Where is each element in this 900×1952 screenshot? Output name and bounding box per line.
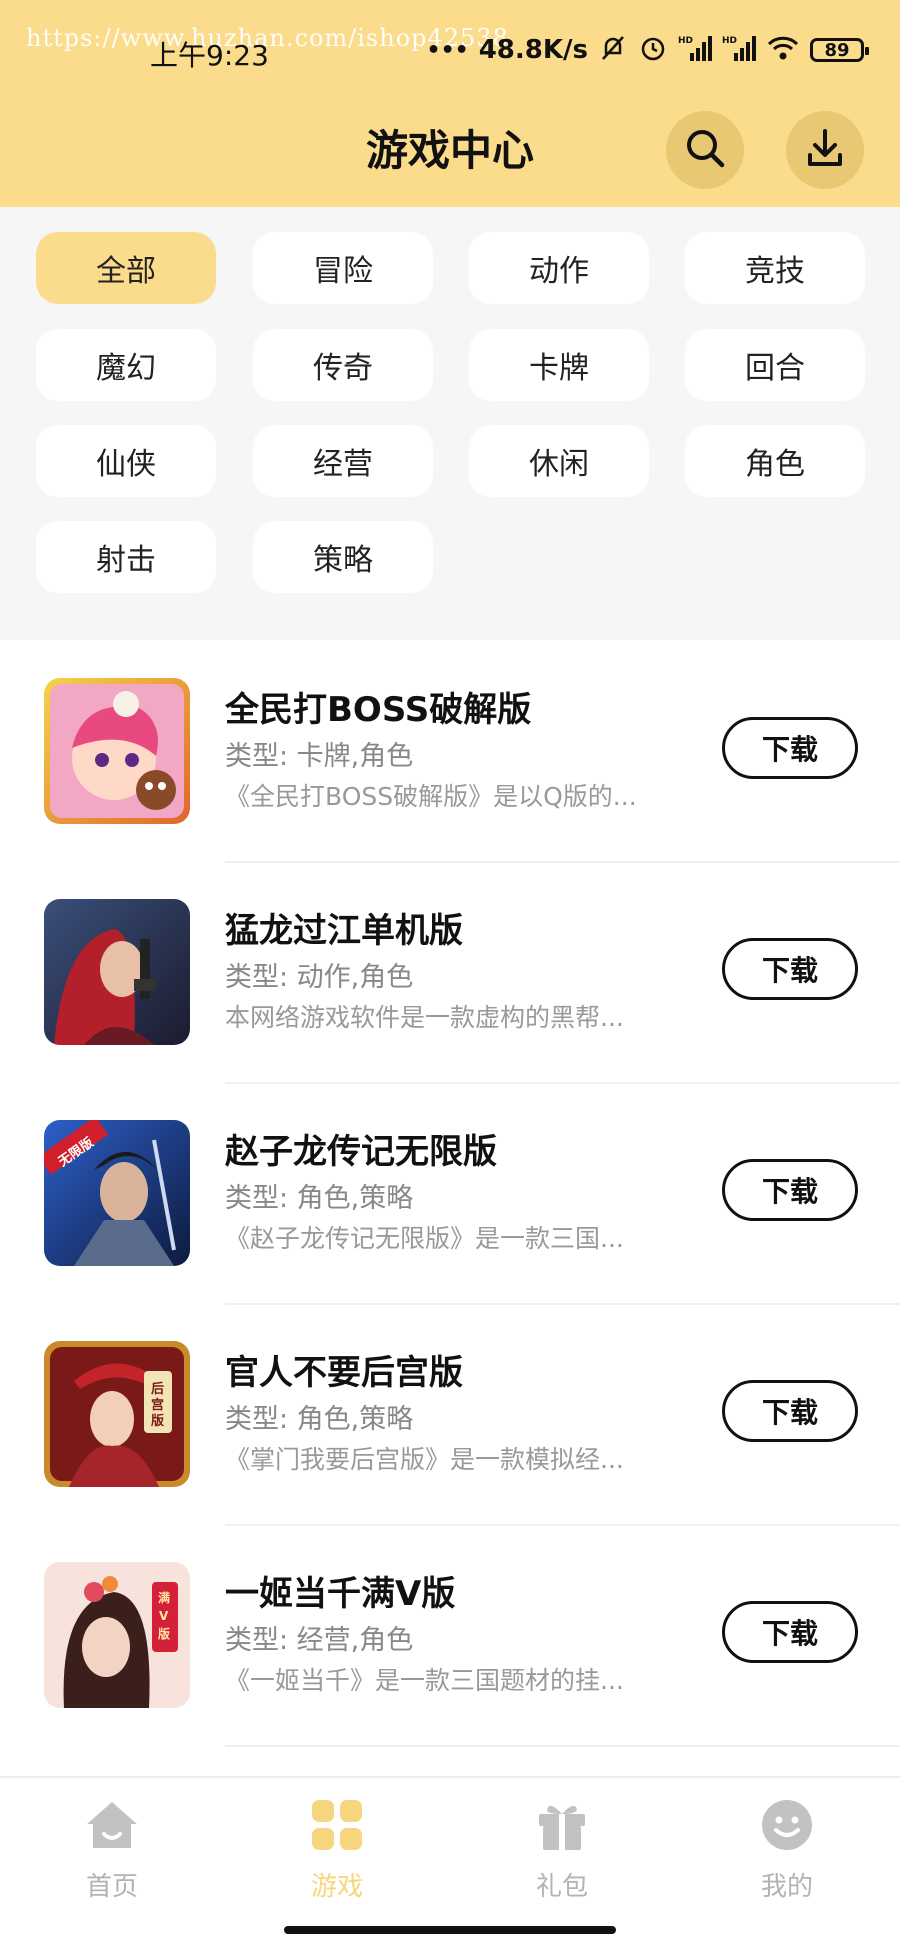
game-list-item[interactable]: 满 V 版 一姬当千满V版 类型: 经营,角色 《一姬当千》是一款三国题材的挂.… bbox=[0, 1526, 900, 1747]
game-list-item[interactable]: 全民打BOSS破解版 类型: 卡牌,角色 《全民打BOSS破解版》是以Q版的..… bbox=[0, 642, 900, 863]
badge-text: 后 bbox=[151, 1381, 164, 1397]
download-button[interactable]: 下载 bbox=[722, 717, 858, 779]
gift-icon bbox=[535, 1805, 589, 1856]
game-type: 类型: 动作,角色 bbox=[225, 962, 414, 993]
game-description: 《掌门我要后宫版》是一款模拟经... bbox=[225, 1445, 624, 1474]
game-title: 猛龙过江单机版 bbox=[225, 911, 463, 951]
category-chip-all[interactable]: 全部 bbox=[36, 232, 216, 304]
badge-text: 版 bbox=[158, 1626, 170, 1641]
badge-text: 宫 bbox=[151, 1397, 164, 1413]
alarm-icon bbox=[638, 33, 668, 67]
divider bbox=[225, 1745, 900, 1747]
game-description: 《全民打BOSS破解版》是以Q版的... bbox=[225, 782, 637, 811]
game-list-item[interactable]: 猛龙过江单机版 类型: 动作,角色 本网络游戏软件是一款虚构的黑帮... 下载 bbox=[0, 863, 900, 1084]
game-list-item[interactable]: 后 宫 版 官人不要后宫版 类型: 角色,策略 《掌门我要后宫版》是一款模拟经.… bbox=[0, 1305, 900, 1526]
category-chip[interactable]: 竞技 bbox=[685, 232, 865, 304]
download-button[interactable]: 下载 bbox=[722, 938, 858, 1000]
game-description: 《赵子龙传记无限版》是一款三国... bbox=[225, 1224, 624, 1253]
grid-icon bbox=[310, 1800, 364, 1856]
network-speed: 48.8K/s bbox=[478, 35, 588, 65]
battery-icon: 89 bbox=[810, 38, 869, 62]
nav-item-games[interactable]: 游戏 bbox=[277, 1798, 397, 1903]
status-time: 上午9:23 bbox=[150, 39, 269, 72]
nav-label: 我的 bbox=[760, 1872, 813, 1902]
category-chip[interactable]: 卡牌 bbox=[469, 329, 649, 401]
category-chip[interactable]: 射击 bbox=[36, 521, 216, 593]
badge-text: 满 bbox=[158, 1590, 170, 1605]
wifi-icon bbox=[766, 33, 800, 67]
nav-item-home[interactable]: 首页 bbox=[52, 1798, 172, 1903]
game-description: 《一姬当千》是一款三国题材的挂... bbox=[225, 1666, 624, 1695]
game-thumbnail: 无限版 bbox=[44, 1120, 190, 1266]
game-type: 类型: 经营,角色 bbox=[225, 1625, 414, 1656]
game-thumbnail bbox=[44, 678, 190, 824]
download-button[interactable]: 下载 bbox=[722, 1601, 858, 1663]
svg-text:HD: HD bbox=[678, 36, 693, 46]
status-bar-right: ••• 48.8K/s HD HD 89 bbox=[426, 30, 869, 70]
game-description: 本网络游戏软件是一款虚构的黑帮... bbox=[225, 1003, 624, 1032]
game-list-item[interactable]: 无限版 赵子龙传记无限版 类型: 角色,策略 《赵子龙传记无限版》是一款三国..… bbox=[0, 1084, 900, 1305]
game-type: 类型: 卡牌,角色 bbox=[225, 741, 414, 772]
download-manager-button[interactable] bbox=[786, 111, 864, 189]
game-thumbnail bbox=[44, 899, 190, 1045]
category-chip[interactable]: 角色 bbox=[685, 425, 865, 497]
home-icon bbox=[83, 1802, 141, 1856]
nav-label: 游戏 bbox=[310, 1872, 363, 1902]
game-thumbnail: 满 V 版 bbox=[44, 1562, 190, 1708]
category-chip[interactable]: 魔幻 bbox=[36, 329, 216, 401]
signal-hd-icon: HD bbox=[722, 33, 756, 67]
search-button[interactable] bbox=[666, 111, 744, 189]
category-chip[interactable]: 策略 bbox=[253, 521, 433, 593]
category-chip[interactable]: 动作 bbox=[469, 232, 649, 304]
nav-label: 首页 bbox=[85, 1872, 138, 1902]
category-chip[interactable]: 经营 bbox=[253, 425, 433, 497]
badge-text: 版 bbox=[151, 1413, 164, 1429]
game-type: 类型: 角色,策略 bbox=[225, 1404, 414, 1435]
badge-text: V bbox=[159, 1609, 169, 1623]
download-button[interactable]: 下载 bbox=[722, 1380, 858, 1442]
category-chip[interactable]: 休闲 bbox=[469, 425, 649, 497]
category-chip[interactable]: 冒险 bbox=[253, 232, 433, 304]
nav-item-me[interactable]: 我的 bbox=[727, 1798, 847, 1903]
nav-label: 礼包 bbox=[535, 1872, 588, 1902]
category-chip[interactable]: 仙侠 bbox=[36, 425, 216, 497]
game-title: 一姬当千满V版 bbox=[225, 1574, 456, 1614]
game-title: 官人不要后宫版 bbox=[225, 1353, 463, 1393]
signal-hd-icon: HD bbox=[678, 33, 712, 67]
download-button[interactable]: 下载 bbox=[722, 1159, 858, 1221]
game-title: 赵子龙传记无限版 bbox=[225, 1132, 497, 1172]
home-indicator[interactable] bbox=[284, 1926, 616, 1934]
mute-icon bbox=[598, 33, 628, 67]
category-chip[interactable]: 回合 bbox=[685, 329, 865, 401]
nav-item-gifts[interactable]: 礼包 bbox=[502, 1798, 622, 1903]
app-header: https://www.huzhan.com/ishop42538 上午9:23… bbox=[0, 0, 900, 207]
download-icon bbox=[802, 125, 848, 175]
game-thumbnail: 后 宫 版 bbox=[44, 1341, 190, 1487]
dots-icon: ••• bbox=[426, 37, 469, 63]
category-filter: 全部 冒险 动作 竞技 魔幻 传奇 卡牌 回合 仙侠 经营 休闲 角色 射击 策… bbox=[0, 207, 900, 640]
game-title: 全民打BOSS破解版 bbox=[225, 690, 532, 730]
svg-text:HD: HD bbox=[722, 36, 737, 46]
game-type: 类型: 角色,策略 bbox=[225, 1183, 414, 1214]
battery-level: 89 bbox=[824, 39, 850, 61]
smile-icon bbox=[760, 1800, 814, 1856]
page-title: 游戏中心 bbox=[365, 126, 534, 175]
search-icon bbox=[682, 125, 728, 175]
category-chip[interactable]: 传奇 bbox=[253, 329, 433, 401]
